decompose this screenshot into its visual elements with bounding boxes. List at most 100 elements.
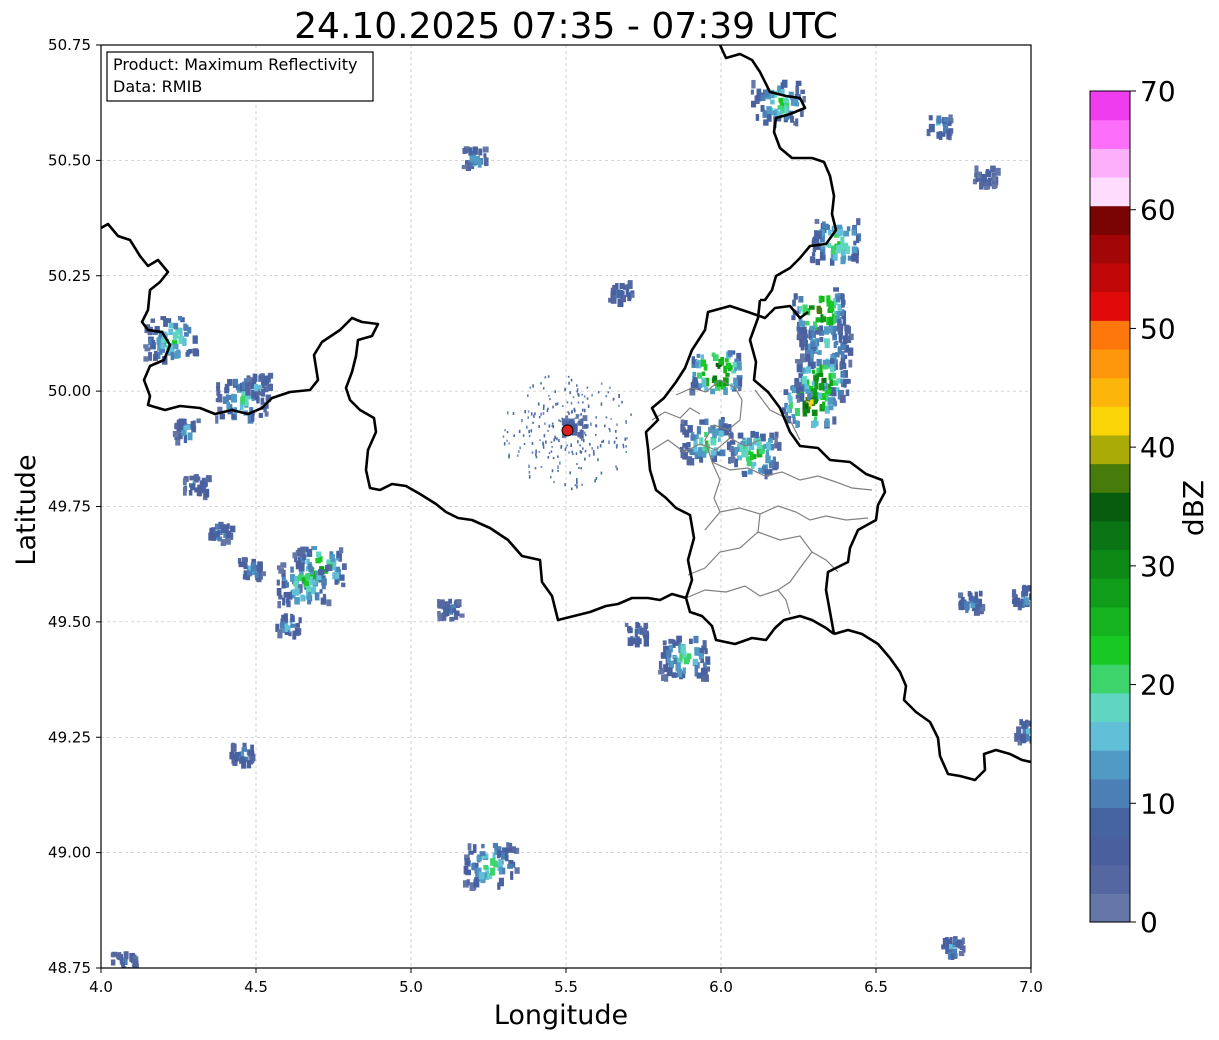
clutter-pixel	[583, 395, 586, 398]
colorbar-bins	[1090, 91, 1130, 923]
y-tick-label: 50.25	[48, 267, 91, 285]
clutter-pixel	[539, 439, 541, 441]
echo-pixel	[759, 433, 766, 442]
clutter-pixel	[570, 443, 572, 448]
echo-pixel	[290, 623, 297, 628]
echo-pixel	[224, 387, 230, 394]
map-plot-area	[100, 44, 1037, 969]
clutter-pixel	[595, 424, 598, 428]
echo-pixel	[795, 382, 802, 388]
echo-pixel	[511, 846, 516, 854]
echo-pixel	[336, 567, 341, 573]
clutter-pixel	[512, 412, 515, 415]
echo-pixel	[804, 320, 810, 326]
clutter-pixel	[551, 469, 554, 473]
echo-pixel	[692, 379, 698, 387]
echo-pixel	[611, 290, 617, 296]
echo-pixel	[1034, 735, 1037, 742]
echo-pixel	[478, 148, 483, 156]
echo-pixel	[246, 376, 252, 383]
echo-pixel	[697, 447, 703, 457]
echo-pixel	[452, 608, 457, 613]
info-box: Product: Maximum Reflectivity Data: RMIB	[106, 51, 374, 102]
echo-pixel	[334, 579, 339, 585]
clutter-pixel	[533, 414, 535, 418]
echo-pixel	[473, 879, 480, 888]
echo-pixel	[795, 85, 800, 95]
clutter-pixel	[535, 455, 538, 459]
echo-pixel	[836, 224, 843, 229]
echo-pixel	[277, 601, 282, 609]
clutter-pixel	[540, 382, 542, 385]
clutter-pixel	[594, 433, 597, 436]
clutter-pixel	[570, 401, 573, 405]
echo-pixel	[829, 379, 833, 387]
clutter-pixel	[605, 394, 608, 398]
echo-pixel	[830, 387, 837, 394]
clutter-pixel	[559, 461, 561, 465]
echo-pixel	[992, 175, 997, 182]
echo-pixel	[181, 429, 186, 437]
echo-pixel	[800, 89, 806, 95]
clutter-pixel	[519, 446, 521, 450]
echo-pixel	[763, 443, 767, 449]
clutter-pixel	[543, 434, 546, 438]
clutter-pixel	[594, 479, 596, 483]
echo-pixel	[1020, 733, 1026, 742]
echo-pixel	[837, 228, 843, 237]
clutter-pixel	[613, 440, 616, 444]
echo-pixel	[199, 480, 204, 490]
clutter-pixel	[535, 452, 537, 457]
echo-pixel	[938, 131, 943, 141]
clutter-pixel	[625, 421, 628, 425]
echo-pixel	[250, 562, 257, 572]
echo-pixel	[264, 411, 269, 417]
echo-pixel	[774, 461, 779, 470]
clutter-pixel	[506, 431, 509, 434]
echo-pixel	[978, 590, 983, 597]
echo-pixel	[301, 577, 306, 582]
echo-pixel	[840, 370, 846, 378]
echo-pixel	[676, 635, 682, 643]
echo-pixel	[627, 280, 633, 289]
echo-pixel	[504, 854, 509, 862]
echo-pixel	[737, 386, 742, 392]
clutter-pixel	[521, 418, 523, 423]
echo-pixel	[839, 394, 846, 403]
clutter-pixel	[561, 417, 564, 421]
echo-pixel	[254, 384, 259, 392]
echo-pixel	[341, 582, 346, 588]
x-tick-label: 4.0	[89, 978, 113, 996]
echo-pixel	[725, 372, 730, 377]
echo-pixel	[117, 954, 122, 960]
echo-pixel	[817, 372, 824, 378]
echo-pixel	[791, 315, 796, 321]
echo-pixel	[790, 115, 794, 123]
echo-pixel	[694, 647, 700, 656]
echo-pixel	[334, 571, 340, 579]
echo-pixel	[143, 344, 149, 349]
echo-pixel	[704, 674, 709, 682]
clutter-pixel	[561, 405, 564, 407]
clutter-pixel	[591, 394, 593, 397]
colorbar-bin	[1090, 778, 1130, 808]
clutter-pixel	[530, 429, 533, 433]
echo-pixel	[477, 159, 482, 168]
echo-pixel	[483, 153, 487, 158]
echo-pixel	[831, 372, 836, 379]
echo-pixel	[634, 628, 638, 638]
clutter-pixel	[570, 487, 573, 491]
echo-pixel	[173, 333, 177, 341]
echo-pixel	[795, 118, 799, 127]
echo-pixel	[680, 645, 685, 653]
echo-pixel	[188, 490, 193, 496]
echo-pixel	[785, 411, 789, 417]
clutter-pixel	[534, 467, 537, 470]
echo-pixel	[282, 597, 286, 606]
echo-pixel	[828, 405, 834, 411]
echo-pixel	[848, 359, 853, 368]
clutter-pixel	[528, 470, 531, 474]
echo-pixel	[290, 615, 295, 623]
clutter-pixel	[537, 402, 540, 406]
clutter-pixel	[600, 471, 603, 475]
